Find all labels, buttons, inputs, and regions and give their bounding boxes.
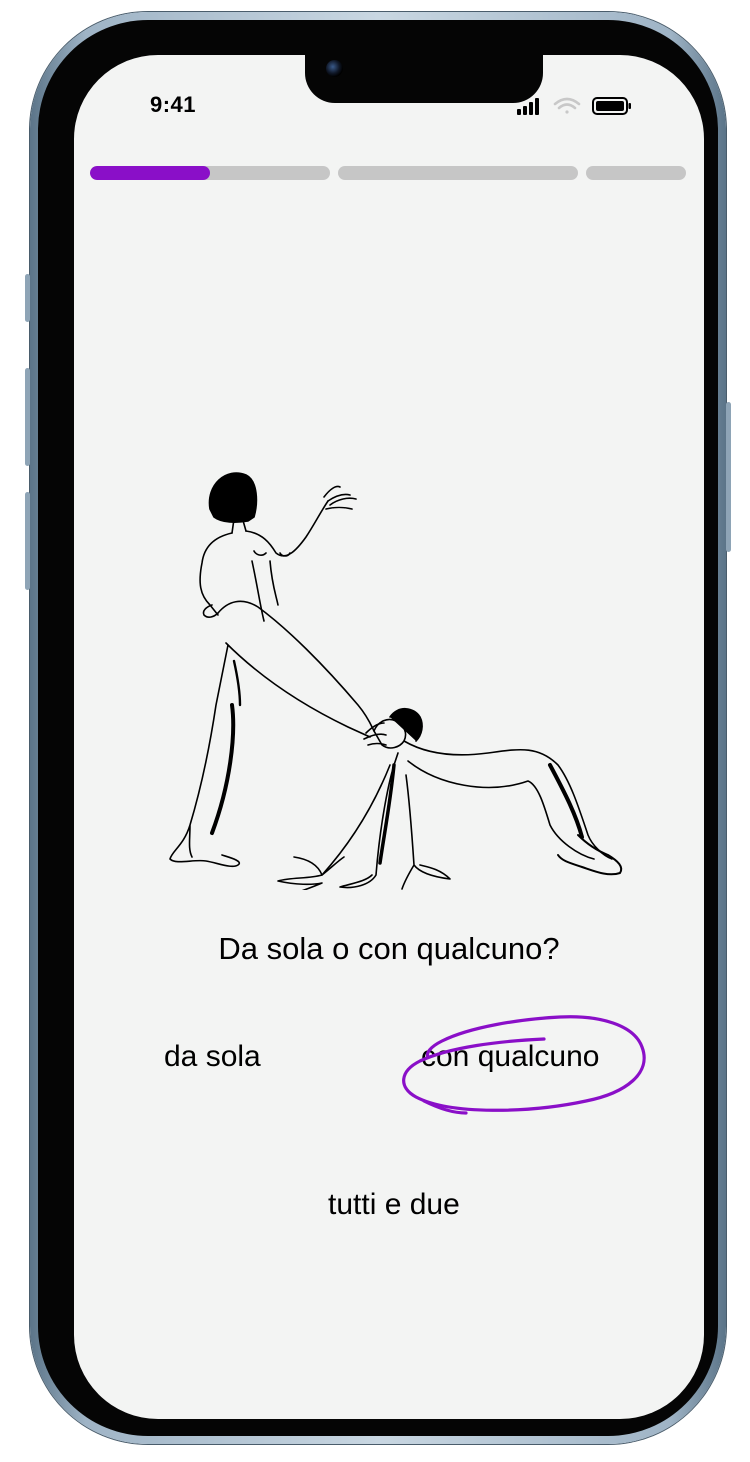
status-icons bbox=[517, 97, 631, 115]
option-tutti-e-due[interactable]: tutti e due bbox=[328, 1188, 460, 1222]
option-da-sola[interactable]: da sola bbox=[164, 1040, 261, 1074]
kneeling-figure bbox=[277, 707, 623, 890]
figures-illustration bbox=[169, 472, 623, 890]
battery-icon bbox=[592, 97, 631, 115]
phone-frame: 9:41 Da sola o con qualcuno? da sola con… bbox=[25, 12, 731, 1444]
app-screen: 9:41 Da sola o con qualcuno? da sola con… bbox=[74, 55, 704, 1419]
progress-segment-3 bbox=[586, 166, 686, 180]
cellular-signal-icon bbox=[517, 98, 539, 115]
volume-up-button bbox=[25, 368, 30, 466]
volume-down-button bbox=[25, 492, 30, 590]
status-time: 9:41 bbox=[150, 92, 197, 117]
wifi-icon bbox=[553, 97, 581, 114]
standing-figure bbox=[169, 472, 375, 868]
silent-switch bbox=[25, 274, 30, 322]
progress-segment-1 bbox=[90, 166, 330, 180]
notch bbox=[305, 55, 543, 103]
front-camera-icon bbox=[326, 60, 343, 77]
option-con-qualcuno[interactable]: con qualcuno bbox=[421, 1040, 599, 1074]
progress-fill bbox=[90, 166, 210, 180]
phone-bezel: 9:41 Da sola o con qualcuno? da sola con… bbox=[38, 20, 718, 1436]
question-title: Da sola o con qualcuno? bbox=[218, 931, 560, 966]
power-button bbox=[726, 402, 731, 552]
progress-segment-2 bbox=[338, 166, 578, 180]
